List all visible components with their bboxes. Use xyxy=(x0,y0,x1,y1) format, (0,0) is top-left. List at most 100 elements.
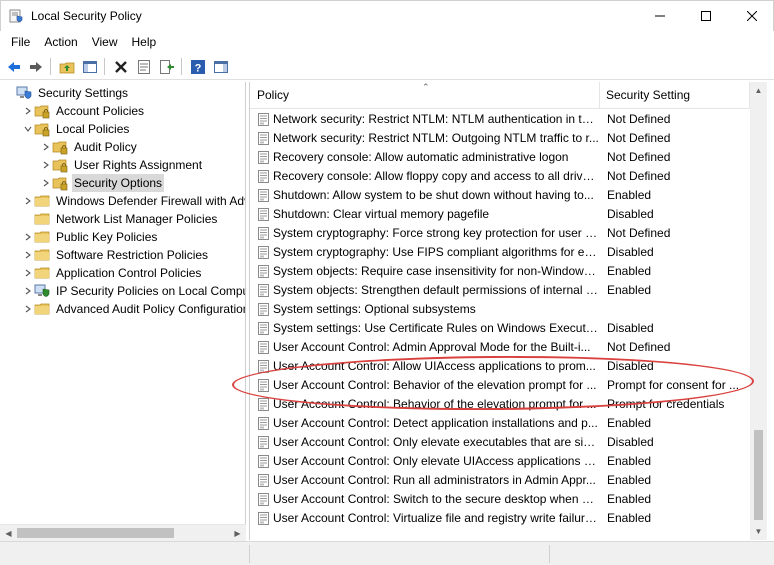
tree-item-label: Software Restriction Policies xyxy=(56,248,209,262)
tree-item[interactable]: Advanced Audit Policy Configuration xyxy=(22,300,246,318)
table-row[interactable]: User Account Control: Detect application… xyxy=(250,414,750,433)
menu-file[interactable]: File xyxy=(4,33,37,51)
show-hide-tree-icon xyxy=(83,61,97,73)
security-setting-value: Disabled xyxy=(607,245,654,259)
tree-item-label: Network List Manager Policies xyxy=(56,212,218,226)
policy-document-icon xyxy=(257,264,271,279)
table-row[interactable]: System objects: Require case insensitivi… xyxy=(250,262,750,281)
folder-icon xyxy=(34,265,50,281)
table-row[interactable]: System objects: Strengthen default permi… xyxy=(250,281,750,300)
show-pane-button[interactable] xyxy=(211,57,231,77)
scroll-up-icon[interactable]: ▲ xyxy=(750,82,767,99)
chevron-right-icon[interactable] xyxy=(22,282,34,300)
tree-item[interactable]: Security Settings xyxy=(4,84,130,102)
tree-item[interactable]: Software Restriction Policies xyxy=(22,246,210,264)
menu-view[interactable]: View xyxy=(85,33,125,51)
chevron-right-icon[interactable] xyxy=(22,102,34,120)
chevron-right-icon[interactable] xyxy=(40,138,52,156)
policy-name: Recovery console: Allow floppy copy and … xyxy=(273,169,599,183)
policy-name: User Account Control: Only elevate execu… xyxy=(273,435,599,449)
tree-item[interactable]: Public Key Policies xyxy=(22,228,159,246)
up-folder-button[interactable] xyxy=(57,57,77,77)
policy-name: User Account Control: Run all administra… xyxy=(273,473,596,487)
table-row[interactable]: Recovery console: Allow floppy copy and … xyxy=(250,167,750,186)
security-setting-value: Prompt for credentials xyxy=(607,397,725,411)
tree-item[interactable]: Local Policies xyxy=(22,120,131,138)
tree-item-label: Advanced Audit Policy Configuration xyxy=(56,302,246,316)
column-header-security-setting[interactable]: Security Setting xyxy=(600,82,750,109)
list-scroll-thumb[interactable] xyxy=(754,430,763,520)
table-row[interactable]: User Account Control: Only elevate UIAcc… xyxy=(250,452,750,471)
chevron-right-icon[interactable] xyxy=(22,228,34,246)
table-row[interactable]: User Account Control: Run all administra… xyxy=(250,471,750,490)
tree-scroll-thumb[interactable] xyxy=(17,528,174,538)
back-button[interactable] xyxy=(4,57,24,77)
menu-help[interactable]: Help xyxy=(125,33,164,51)
properties-button[interactable] xyxy=(134,57,154,77)
list-vertical-scrollbar[interactable]: ▲ ▼ xyxy=(750,82,767,540)
tree-item[interactable]: Windows Defender Firewall with Adva xyxy=(22,192,245,210)
policy-document-icon xyxy=(257,226,271,241)
table-row[interactable]: Recovery console: Allow automatic admini… xyxy=(250,148,750,167)
table-row[interactable]: System settings: Optional subsystems xyxy=(250,300,750,319)
help-button[interactable]: ? xyxy=(188,57,208,77)
delete-icon xyxy=(115,61,127,73)
policy-name: User Account Control: Behavior of the el… xyxy=(273,397,597,411)
table-row[interactable]: User Account Control: Behavior of the el… xyxy=(250,376,750,395)
scroll-right-icon[interactable]: ▶ xyxy=(229,525,246,542)
table-row[interactable]: User Account Control: Admin Approval Mod… xyxy=(250,338,750,357)
scroll-left-icon[interactable]: ◀ xyxy=(0,525,17,542)
policy-document-icon xyxy=(257,454,271,469)
policy-name: Network security: Restrict NTLM: NTLM au… xyxy=(273,112,599,126)
minimize-button[interactable] xyxy=(637,1,683,31)
chevron-right-icon[interactable] xyxy=(40,156,52,174)
policy-document-icon xyxy=(257,340,271,355)
export-list-button[interactable] xyxy=(157,57,177,77)
forward-button[interactable] xyxy=(26,57,46,77)
table-row[interactable]: System cryptography: Force strong key pr… xyxy=(250,224,750,243)
table-row[interactable]: User Account Control: Virtualize file an… xyxy=(250,509,750,528)
table-row[interactable]: Shutdown: Clear virtual memory pagefile D… xyxy=(250,205,750,224)
maximize-button[interactable] xyxy=(683,1,729,31)
chevron-right-icon[interactable] xyxy=(40,174,52,192)
table-row[interactable]: User Account Control: Behavior of the el… xyxy=(250,395,750,414)
table-row[interactable]: Network security: Restrict NTLM: Outgoin… xyxy=(250,129,750,148)
show-hide-tree-button[interactable] xyxy=(80,57,100,77)
chevron-right-icon[interactable] xyxy=(22,246,34,264)
column-header-policy[interactable]: ⌃ Policy xyxy=(250,82,600,109)
properties-icon xyxy=(138,60,150,74)
folder-icon xyxy=(34,229,50,245)
table-row[interactable]: User Account Control: Switch to the secu… xyxy=(250,490,750,509)
chevron-right-icon[interactable] xyxy=(22,192,34,210)
policy-name: System cryptography: Use FIPS compliant … xyxy=(273,245,599,259)
tree-item[interactable]: Security Options xyxy=(40,174,165,192)
tree-item[interactable]: User Rights Assignment xyxy=(40,156,204,174)
status-segment xyxy=(0,545,250,563)
folder-lock-icon xyxy=(34,121,50,137)
folder-icon xyxy=(34,247,50,263)
tree-item-label: Security Options xyxy=(72,174,165,192)
tree-expander-spacer xyxy=(22,210,34,228)
table-row[interactable]: System settings: Use Certificate Rules o… xyxy=(250,319,750,338)
close-button[interactable] xyxy=(729,1,774,31)
close-icon xyxy=(747,11,757,21)
toolbar: ? xyxy=(0,53,774,80)
tree-item[interactable]: Audit Policy xyxy=(40,138,139,156)
tree-item[interactable]: Account Policies xyxy=(22,102,146,120)
folder-lock-icon xyxy=(34,103,50,119)
table-row[interactable]: Shutdown: Allow system to be shut down w… xyxy=(250,186,750,205)
table-row[interactable]: System cryptography: Use FIPS compliant … xyxy=(250,243,750,262)
table-row[interactable]: User Account Control: Only elevate execu… xyxy=(250,433,750,452)
tree-item[interactable]: Application Control Policies xyxy=(22,264,203,282)
scroll-down-icon[interactable]: ▼ xyxy=(750,523,767,540)
tree-item[interactable]: Network List Manager Policies xyxy=(22,210,219,228)
tree-item[interactable]: IP Security Policies on Local Compute xyxy=(22,282,245,300)
table-row[interactable]: Network security: Restrict NTLM: NTLM au… xyxy=(250,110,750,129)
tree-horizontal-scrollbar[interactable]: ◀ ▶ xyxy=(0,524,246,541)
chevron-right-icon[interactable] xyxy=(22,264,34,282)
table-row[interactable]: User Account Control: Allow UIAccess app… xyxy=(250,357,750,376)
delete-button[interactable] xyxy=(111,57,131,77)
menu-action[interactable]: Action xyxy=(37,33,84,51)
chevron-right-icon[interactable] xyxy=(22,300,34,318)
chevron-down-icon[interactable] xyxy=(22,120,34,138)
